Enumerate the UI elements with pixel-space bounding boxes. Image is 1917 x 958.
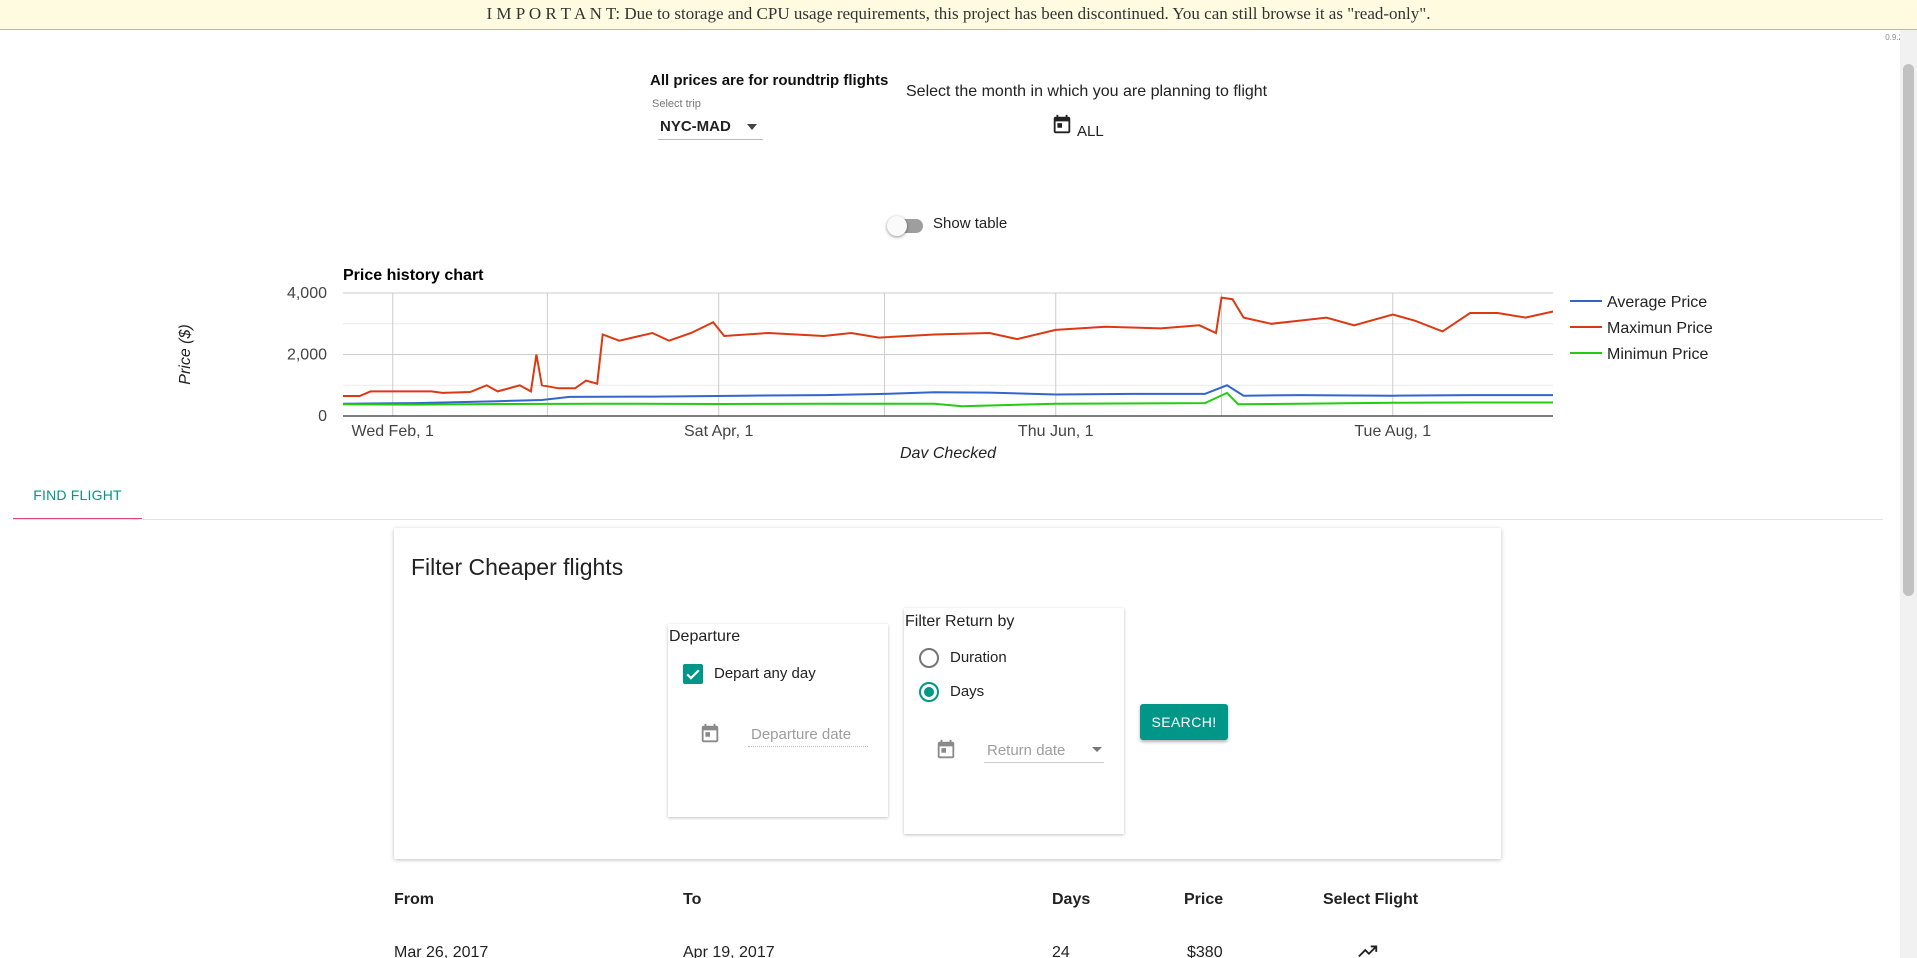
chart-svg: 0 2,000 4,000 Wed Feb, 1 Sat Apr, 1 Thu Jun, … [177, 267, 1713, 462]
discontinued-banner: I M P O R T A N T: Due to storage and CP… [0, 0, 1917, 30]
check-icon [686, 669, 700, 680]
y-tick-label: 4,000 [287, 285, 327, 302]
days-radio[interactable] [919, 682, 939, 702]
caret-down-icon [1092, 747, 1102, 752]
caret-down-icon [747, 124, 757, 130]
y-axis-label: Price ($) [177, 324, 194, 384]
filter-title: Filter Cheaper flights [411, 554, 624, 580]
month-heading: Select the month in which you are planni… [906, 83, 1268, 100]
cell-price: $380 [1187, 944, 1223, 958]
scrollbar-thumb[interactable] [1903, 64, 1914, 596]
legend-label: Average Price [1607, 294, 1707, 311]
duration-radio[interactable] [919, 648, 939, 668]
cell-days: 24 [1052, 944, 1070, 958]
calendar-icon [1053, 114, 1071, 134]
column-header-to[interactable]: To [683, 891, 701, 909]
trip-select-value: NYC-MAD [660, 118, 731, 135]
departure-panel: Departure Depart any day Departure date [668, 624, 888, 817]
duration-radio-label: Duration [950, 649, 1007, 666]
y-tick-label: 0 [318, 408, 327, 425]
departure-title: Departure [669, 628, 741, 645]
departure-date-placeholder: Departure date [751, 726, 852, 743]
x-tick-label: Sat Apr, 1 [684, 423, 753, 440]
month-value: ALL [1077, 123, 1104, 140]
trending-up-icon[interactable] [1357, 944, 1379, 958]
departure-date-input[interactable]: Departure date [748, 723, 868, 747]
x-tick-label: Tue Aug, 1 [1354, 423, 1431, 440]
trip-select-label: Select trip [652, 98, 701, 110]
toggle-thumb [887, 216, 907, 236]
trip-select[interactable]: NYC-MAD [658, 115, 763, 140]
column-header-from[interactable]: From [394, 891, 434, 909]
tab-divider [13, 519, 1883, 520]
search-button[interactable]: SEARCH! [1140, 704, 1228, 740]
return-date-select[interactable]: Return date [984, 739, 1104, 763]
depart-any-day-label: Depart any day [714, 665, 816, 682]
banner-text: I M P O R T A N T: Due to storage and CP… [486, 4, 1431, 23]
x-axis-label: Day Checked [900, 445, 997, 458]
column-header-days[interactable]: Days [1052, 891, 1090, 909]
show-table-toggle[interactable] [887, 214, 923, 236]
return-date-placeholder: Return date [987, 742, 1066, 759]
scrollbar[interactable] [1900, 30, 1917, 958]
calendar-icon [701, 723, 719, 743]
column-header-price[interactable]: Price [1184, 891, 1223, 909]
return-title: Filter Return by [905, 613, 1015, 630]
y-tick-label: 2,000 [287, 347, 327, 364]
series-line [343, 296, 1554, 397]
legend-label: Minimun Price [1607, 346, 1708, 363]
depart-any-day-checkbox[interactable] [683, 664, 703, 684]
x-tick-label: Thu Jun, 1 [1018, 423, 1094, 440]
price-history-chart: 0 2,000 4,000 Wed Feb, 1 Sat Apr, 1 Thu Jun, … [160, 258, 1760, 462]
filter-card: Filter Cheaper flights Departure Depart … [394, 528, 1501, 859]
days-radio-label: Days [950, 683, 985, 700]
tab-find-flight-label: FIND FLIGHT [33, 487, 122, 503]
cell-to: Apr 19, 2017 [683, 944, 775, 958]
cell-from: Mar 26, 2017 [394, 944, 489, 958]
show-table-label: Show table [933, 215, 1008, 232]
calendar-icon [937, 739, 955, 759]
chart-title: Price history chart [343, 267, 484, 284]
x-tick-label: Wed Feb, 1 [352, 423, 435, 440]
tab-find-flight[interactable]: FIND FLIGHT [13, 470, 142, 520]
return-panel: Filter Return by Duration Days Return da… [904, 608, 1124, 834]
column-header-select-flight: Select Flight [1323, 891, 1419, 908]
legend-label: Maximun Price [1607, 320, 1713, 337]
trip-heading: All prices are for roundtrip flights [650, 72, 889, 89]
